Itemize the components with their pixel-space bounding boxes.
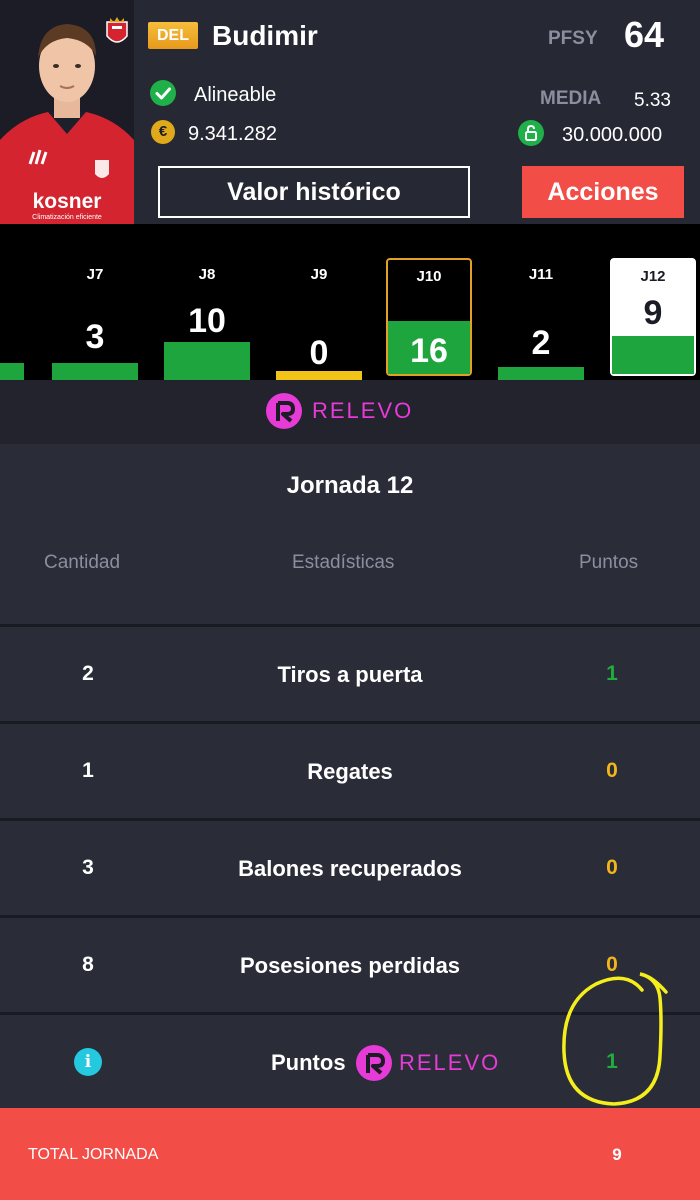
player-header: kosner Climatización eficiente DEL Budim…: [0, 0, 700, 224]
column-header-quantity: Cantidad: [44, 552, 121, 573]
relevo-points-text: Puntos: [271, 1050, 346, 1075]
round-title: Jornada 12: [286, 472, 414, 499]
stat-name: Balones recuperados: [238, 856, 462, 881]
stat-row: 3 Balones recuperados 0: [0, 818, 700, 912]
relevo-wordmark: RELEVO: [399, 1050, 501, 1075]
stat-quantity: 3: [82, 856, 94, 879]
relevo-points-row: i Puntos RELEVO 1: [0, 1012, 700, 1106]
column-header-stats: Estadísticas: [292, 552, 395, 573]
matchday-label: J12: [640, 268, 666, 285]
matchday-label: J9: [310, 266, 328, 283]
matchday-label: J7: [86, 266, 104, 283]
sponsor-banner[interactable]: RELEVO: [0, 380, 700, 444]
matchday-points: 16: [410, 332, 448, 370]
media-value: 5.33: [634, 90, 671, 111]
stat-row: 2 Tiros a puerta 1: [0, 624, 700, 718]
matchday-points: 0: [309, 334, 329, 372]
actions-button[interactable]: Acciones: [522, 166, 684, 218]
matchday-bar: [0, 363, 24, 380]
stat-points: 0: [606, 759, 618, 782]
matchday-partial[interactable]: [0, 224, 24, 380]
matchday-j12[interactable]: J12 9: [610, 258, 696, 376]
pfsy-value: 64: [624, 14, 665, 55]
release-clause-value: 30.000.000: [562, 124, 663, 146]
relevo-wordmark: RELEVO: [312, 398, 414, 423]
matchday-label: J10: [416, 268, 442, 285]
relevo-logo-icon: [266, 393, 302, 429]
position-badge: DEL: [148, 22, 198, 49]
column-header-points: Puntos: [579, 552, 639, 573]
stat-quantity: 2: [82, 662, 94, 685]
stat-points: 0: [606, 856, 618, 879]
stat-points: 1: [606, 662, 618, 685]
matchday-points: 3: [85, 318, 105, 356]
stat-points: 0: [606, 953, 618, 976]
relevo-points-value: 1: [606, 1050, 618, 1073]
relevo-logo-icon: [356, 1045, 392, 1081]
total-matchday-bar: TOTAL JORNADA 9: [0, 1108, 700, 1200]
club-crest-icon: [104, 16, 130, 48]
matchday-j7[interactable]: J7 3: [52, 224, 138, 380]
stat-row: 1 Regates 0: [0, 721, 700, 815]
stat-name: Tiros a puerta: [277, 662, 423, 687]
stat-quantity: 1: [82, 759, 94, 782]
matchday-label: J8: [198, 266, 216, 283]
historic-value-button[interactable]: Valor histórico: [158, 166, 470, 218]
matchday-bar: [164, 342, 250, 380]
matchday-label: J11: [528, 266, 554, 283]
matchday-j11[interactable]: J11 2: [498, 224, 584, 380]
matchday-points-strip[interactable]: J7 3 J8 10 J9 0 J10 16 J11 2 J12 9: [0, 224, 700, 380]
shirt-sponsor-subtext: Climatización eficiente: [32, 214, 102, 221]
stat-name: Posesiones perdidas: [239, 953, 461, 978]
matchday-j9[interactable]: J9 0: [276, 224, 362, 380]
euro-icon: €: [151, 120, 175, 144]
stat-name: Regates: [307, 759, 393, 784]
pfsy-label: PFSY: [548, 28, 598, 49]
stat-row: 8 Posesiones perdidas 0: [0, 915, 700, 1009]
matchday-bar: [612, 336, 694, 374]
player-name: Budimir: [212, 20, 318, 51]
check-icon: [150, 80, 176, 106]
matchday-bar: [498, 367, 584, 380]
stats-panel: Jornada 12 Cantidad Estadísticas Puntos …: [0, 444, 700, 1108]
total-label: TOTAL JORNADA: [28, 1146, 159, 1163]
matchday-bar: [52, 363, 138, 380]
matchday-j8[interactable]: J8 10: [164, 224, 250, 380]
info-icon[interactable]: i: [74, 1048, 102, 1076]
total-value: 9: [612, 1145, 622, 1164]
stat-quantity: 8: [82, 953, 94, 976]
matchday-points: 2: [531, 324, 551, 362]
media-label: MEDIA: [540, 88, 602, 109]
matchday-points: 10: [188, 302, 226, 340]
market-value: 9.341.282: [188, 123, 277, 145]
availability-status: Alineable: [194, 84, 277, 106]
matchday-j10[interactable]: J10 16: [386, 258, 472, 376]
unlock-icon: [518, 120, 544, 146]
shirt-sponsor-text: kosner: [33, 190, 102, 213]
matchday-points: 9: [643, 294, 663, 332]
